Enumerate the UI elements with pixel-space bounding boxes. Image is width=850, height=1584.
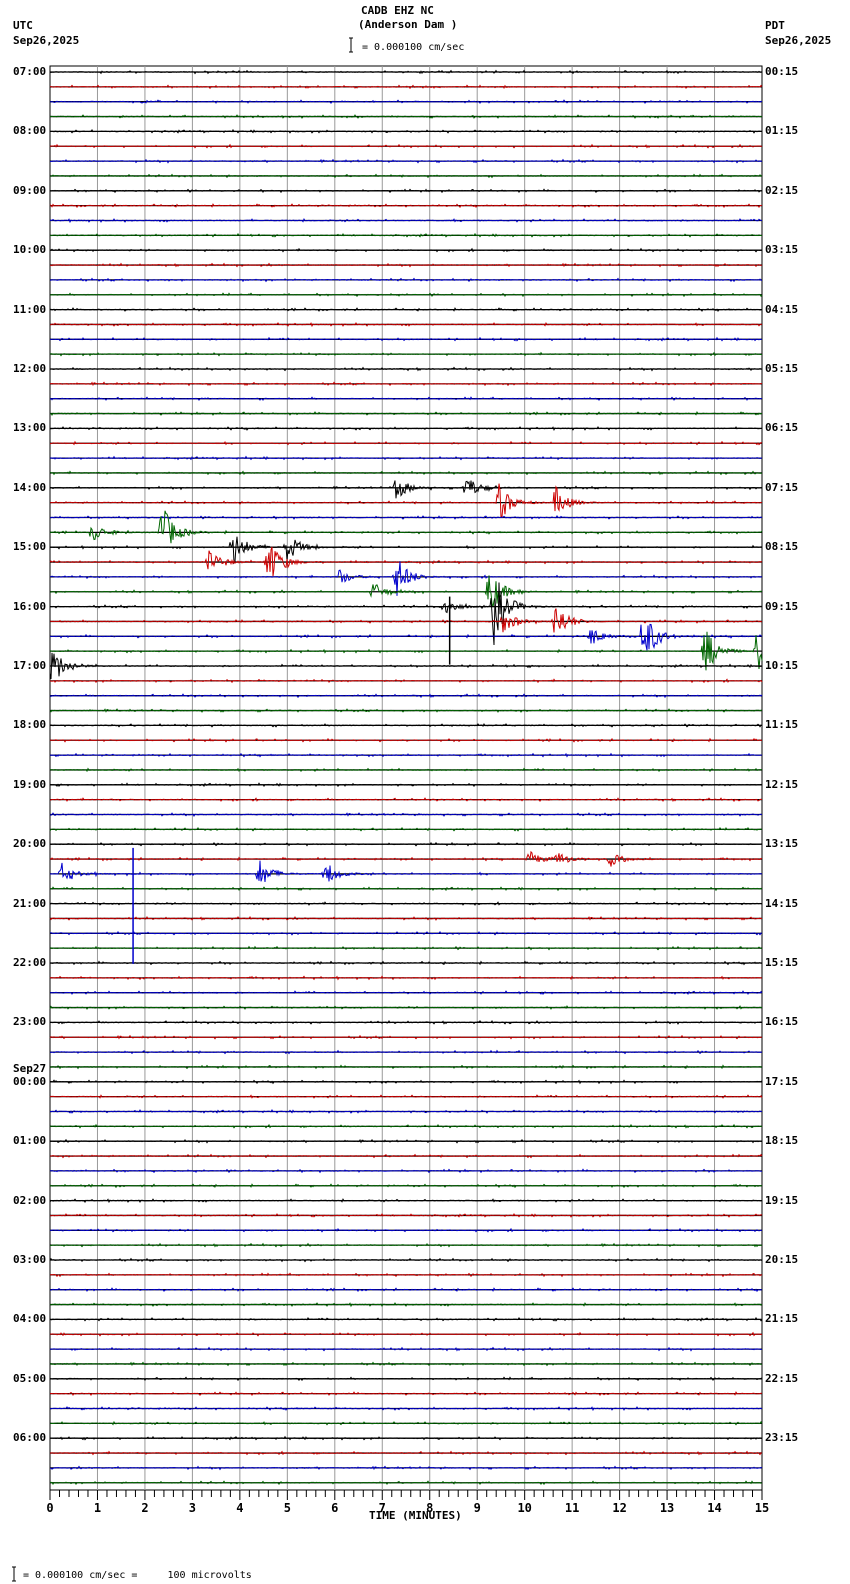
trace-84 bbox=[49, 1316, 763, 1322]
trace-31 bbox=[49, 510, 763, 544]
trace-87 bbox=[49, 1361, 763, 1367]
x-tick-label: 15 bbox=[755, 1501, 769, 1515]
trace-94 bbox=[49, 1465, 763, 1471]
trace-4 bbox=[49, 128, 763, 134]
trace-32 bbox=[50, 536, 762, 565]
trace-26 bbox=[49, 455, 763, 461]
trace-44 bbox=[49, 722, 763, 728]
trace-92 bbox=[50, 1435, 763, 1441]
trace-86 bbox=[49, 1346, 763, 1352]
x-tick-label: 1 bbox=[94, 1501, 101, 1515]
x-tick-label: 13 bbox=[660, 1501, 674, 1515]
trace-41 bbox=[49, 678, 763, 684]
x-tick-label: 3 bbox=[189, 1501, 196, 1515]
trace-51 bbox=[49, 827, 763, 832]
trace-57 bbox=[49, 915, 763, 921]
x-tick-label: 0 bbox=[46, 1501, 53, 1515]
trace-28 bbox=[49, 480, 763, 499]
trace-15 bbox=[49, 292, 763, 298]
trace-59 bbox=[49, 945, 763, 951]
trace-11 bbox=[49, 232, 763, 238]
trace-6 bbox=[49, 158, 763, 164]
trace-63 bbox=[49, 1005, 763, 1010]
helicorder-chart: CADB EHZ NC (Anderson Dam ) = 0.000100 c… bbox=[0, 0, 850, 1584]
x-tick-label: 11 bbox=[565, 1501, 579, 1515]
trace-72 bbox=[49, 1138, 763, 1144]
trace-30 bbox=[49, 515, 763, 520]
trace-34 bbox=[49, 561, 763, 596]
trace-85 bbox=[49, 1331, 763, 1337]
x-tick-label: 8 bbox=[426, 1501, 433, 1515]
trace-60 bbox=[49, 960, 762, 966]
trace-93 bbox=[49, 1450, 763, 1456]
x-tick-label: 14 bbox=[707, 1501, 721, 1515]
trace-10 bbox=[49, 217, 763, 224]
trace-18 bbox=[49, 336, 762, 342]
trace-79 bbox=[50, 1242, 763, 1248]
seismogram-plot: 0 1 2 3 4 5 6 7 8 9 10 11 12 13 14 15 bbox=[12, 37, 769, 1582]
x-tick-label: 4 bbox=[236, 1501, 243, 1515]
trace-43 bbox=[49, 708, 762, 713]
trace-80 bbox=[49, 1257, 763, 1263]
trace-0 bbox=[49, 69, 763, 75]
trace-69 bbox=[49, 1094, 763, 1099]
trace-27 bbox=[49, 470, 763, 476]
trace-71 bbox=[49, 1123, 763, 1129]
trace-64 bbox=[49, 1019, 763, 1025]
trace-58 bbox=[49, 930, 763, 936]
trace-49 bbox=[49, 797, 763, 802]
trace-61 bbox=[49, 975, 763, 981]
trace-38 bbox=[49, 623, 763, 651]
trace-68 bbox=[49, 1079, 763, 1085]
trace-5 bbox=[49, 143, 763, 149]
trace-62 bbox=[49, 990, 763, 995]
trace-56 bbox=[49, 901, 763, 906]
trace-47 bbox=[49, 767, 763, 773]
trace-50 bbox=[49, 812, 763, 817]
trace-7 bbox=[49, 173, 763, 179]
trace-52 bbox=[49, 841, 763, 847]
trace-81 bbox=[49, 1272, 763, 1278]
x-tick-label: 12 bbox=[612, 1501, 626, 1515]
trace-2 bbox=[49, 99, 763, 104]
trace-13 bbox=[49, 262, 763, 268]
trace-65 bbox=[49, 1034, 763, 1040]
x-tick-label: 5 bbox=[284, 1501, 291, 1515]
trace-14 bbox=[49, 277, 762, 283]
footer-scale-bar-icon bbox=[12, 1566, 16, 1582]
trace-73 bbox=[49, 1153, 763, 1159]
trace-16 bbox=[49, 307, 763, 313]
scale-bar-icon bbox=[349, 37, 353, 53]
trace-19 bbox=[49, 351, 762, 357]
trace-70 bbox=[49, 1108, 763, 1114]
trace-78 bbox=[49, 1227, 763, 1233]
trace-54 bbox=[49, 860, 763, 882]
trace-77 bbox=[49, 1213, 763, 1218]
trace-74 bbox=[49, 1168, 763, 1174]
trace-76 bbox=[49, 1198, 763, 1204]
trace-95 bbox=[49, 1480, 763, 1486]
trace-21 bbox=[49, 381, 763, 387]
trace-66 bbox=[49, 1049, 763, 1055]
trace-91 bbox=[50, 1420, 763, 1426]
x-tick-label: 6 bbox=[331, 1501, 338, 1515]
trace-22 bbox=[49, 396, 763, 401]
x-tick-label: 10 bbox=[517, 1501, 531, 1515]
trace-12 bbox=[49, 247, 763, 253]
trace-37 bbox=[49, 608, 763, 633]
trace-45 bbox=[49, 737, 763, 743]
trace-48 bbox=[49, 782, 763, 788]
trace-75 bbox=[49, 1183, 763, 1189]
trace-23 bbox=[49, 411, 763, 416]
trace-82 bbox=[49, 1287, 763, 1293]
x-tick-label: 7 bbox=[379, 1501, 386, 1515]
x-tick-label: 2 bbox=[141, 1501, 148, 1515]
trace-67 bbox=[49, 1064, 763, 1070]
trace-42 bbox=[49, 693, 763, 699]
trace-90 bbox=[49, 1406, 763, 1412]
x-tick-label: 9 bbox=[474, 1501, 481, 1515]
trace-46 bbox=[49, 752, 763, 758]
trace-1 bbox=[49, 84, 763, 90]
